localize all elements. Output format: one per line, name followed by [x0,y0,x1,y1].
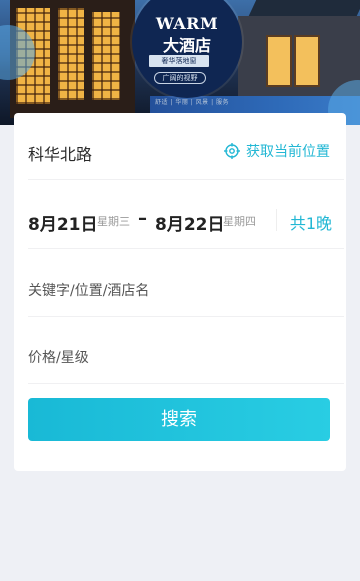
nights-count: 共1晚 [289,214,332,233]
checkin-date[interactable]: 8月21日 [28,210,98,235]
brand-subtitle: 大酒店 [162,36,211,55]
get-location-label: 获取当前位置 [246,144,330,160]
divider [28,179,344,180]
search-card: 科华北路 获取当前位置 8月21日 星期三 – 8月22日 星期四 共1晚 关键… [14,113,346,471]
divider [28,248,344,249]
divider [28,316,344,317]
date-range-dash: – [138,208,147,229]
divider [28,383,344,384]
hotel-banner[interactable]: WARM 大酒店 奢华落地窗 广阔的视野 舒适 | 华丽 | 风景 | 服务 [0,0,360,125]
banner-features: 舒适 | 华丽 | 风景 | 服务 [154,99,229,106]
keyword-input[interactable]: 关键字/位置/酒店名 [28,280,328,300]
locate-icon [224,143,240,159]
checkin-weekday: 星期三 [97,215,130,228]
location-input[interactable]: 科华北路 [28,141,92,165]
banner-glass-door [294,35,320,87]
price-star-input[interactable]: 价格/星级 [28,347,328,367]
banner-glass-door [266,35,292,87]
date-separator [276,209,277,231]
brand-name: WARM [155,14,219,33]
banner-window [58,8,84,100]
banner-tag-secondary: 广阔的视野 [154,72,206,84]
search-button[interactable]: 搜索 [28,398,330,441]
banner-tag-primary: 奢华落地窗 [149,55,209,67]
banner-window [92,12,120,100]
checkout-date[interactable]: 8月22日 [155,210,225,235]
get-location-button[interactable]: 获取当前位置 [224,141,330,161]
checkout-weekday: 星期四 [223,215,256,228]
